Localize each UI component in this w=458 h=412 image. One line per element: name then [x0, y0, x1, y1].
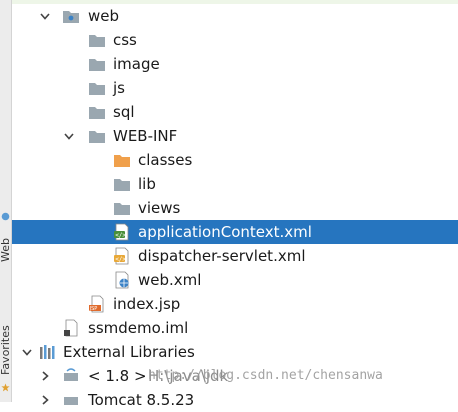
- tomcat-icon: [64, 397, 78, 405]
- folder-icon: [114, 203, 130, 215]
- folder-icon: [89, 83, 105, 95]
- folder-icon: [89, 35, 105, 47]
- folder-icon: [89, 131, 105, 143]
- tree-label: web.xml: [138, 271, 202, 289]
- tree-row-js[interactable]: js: [12, 76, 458, 100]
- web-side-tab[interactable]: Web: [0, 222, 12, 262]
- tree-label: lib: [138, 175, 156, 193]
- web-folder-icon: [63, 11, 79, 23]
- star-icon: [1, 383, 10, 392]
- jsp-file-icon: JSP: [89, 295, 104, 313]
- tree-label: ssmdemo.iml: [88, 319, 189, 337]
- tree-row-external-libraries[interactable]: External Libraries: [12, 340, 458, 364]
- tree-row-application-context[interactable]: </> applicationContext.xml: [12, 220, 458, 244]
- tree-row-classes[interactable]: classes: [12, 148, 458, 172]
- chevron-right-icon[interactable]: [38, 388, 52, 412]
- watermark: http://blog.csdn.net/chensanwa: [148, 368, 383, 383]
- tree-label: classes: [138, 151, 193, 169]
- spring-xml-file-icon: </>: [114, 247, 129, 265]
- tree-row-tomcat[interactable]: Tomcat 8.5.23: [12, 388, 458, 412]
- chevron-down-icon[interactable]: [20, 340, 34, 364]
- tree-row-dispatcher-servlet[interactable]: </> dispatcher-servlet.xml: [12, 244, 458, 268]
- folder-icon: [89, 59, 105, 71]
- tree-label: web: [88, 7, 120, 25]
- tree-label: dispatcher-servlet.xml: [138, 247, 306, 265]
- tree-row-webinf[interactable]: WEB-INF: [12, 124, 458, 148]
- jdk-icon: [64, 368, 78, 381]
- svg-text:JSP: JSP: [89, 306, 98, 312]
- tree-row-image[interactable]: image: [12, 52, 458, 76]
- tree-label: sql: [113, 103, 135, 121]
- svg-text:</>: </>: [115, 232, 126, 239]
- libraries-icon: [40, 345, 55, 359]
- tree-row-ssmdemo-iml[interactable]: ssmdemo.iml: [12, 316, 458, 340]
- tree-row-web[interactable]: web: [12, 4, 458, 28]
- tree-label: js: [113, 79, 125, 97]
- svg-text:</>: </>: [115, 256, 126, 263]
- tree-label: < 1.8 >: [88, 367, 147, 385]
- tree-label: WEB-INF: [113, 127, 178, 145]
- tree-row-views[interactable]: views: [12, 196, 458, 220]
- tree-label: applicationContext.xml: [138, 223, 312, 241]
- tree-label: css: [113, 31, 137, 49]
- tree-row-sql[interactable]: sql: [12, 100, 458, 124]
- tree-row-web-xml[interactable]: web.xml: [12, 268, 458, 292]
- chevron-down-icon[interactable]: [38, 4, 52, 28]
- spring-xml-file-icon: </>: [114, 223, 129, 241]
- tree-label: External Libraries: [63, 343, 195, 361]
- web-icon: [1, 212, 10, 221]
- favorites-side-tab[interactable]: Favorites: [0, 305, 12, 375]
- tree-label: Tomcat 8.5.23: [88, 391, 195, 409]
- tree-label: index.jsp: [113, 295, 181, 313]
- iml-file-icon: [64, 319, 78, 337]
- folder-icon: [89, 107, 105, 119]
- tree-row-index-jsp[interactable]: JSP index.jsp: [12, 292, 458, 316]
- web-xml-file-icon: [115, 271, 129, 289]
- tree-row-lib[interactable]: lib: [12, 172, 458, 196]
- orange-folder-icon: [114, 155, 130, 167]
- tree-label: views: [138, 199, 181, 217]
- chevron-right-icon[interactable]: [38, 364, 52, 388]
- chevron-down-icon[interactable]: [62, 124, 76, 148]
- tree-row-css[interactable]: css: [12, 28, 458, 52]
- folder-icon: [114, 179, 130, 191]
- tree-label: image: [113, 55, 160, 73]
